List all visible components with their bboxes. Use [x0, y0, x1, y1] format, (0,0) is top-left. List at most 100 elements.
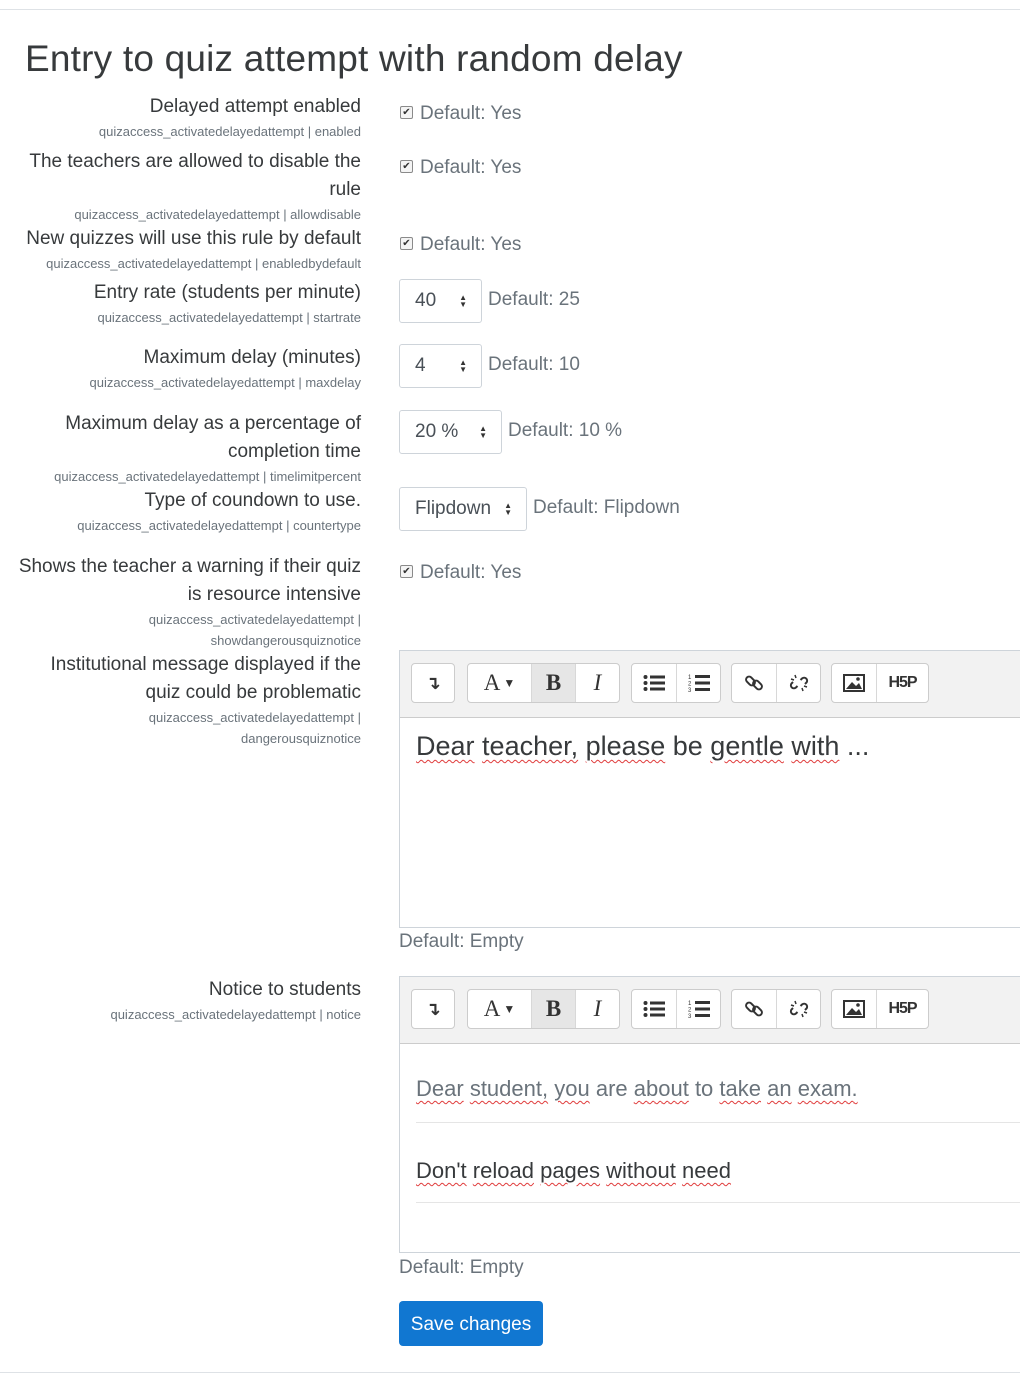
label-enabledbydefault: New quizzes will use this rule by defaul… [26, 228, 361, 249]
word: be [672, 731, 703, 761]
word: exam. [797, 1076, 858, 1101]
word: please [585, 731, 666, 761]
editor-toolbar: ↴ A ▼ B I 123 H5P [400, 977, 1020, 1044]
checkbox-enabled[interactable]: ✔ [400, 106, 413, 119]
top-divider [0, 9, 1020, 10]
unlink-icon [789, 674, 808, 692]
bullet-list-button[interactable] [632, 664, 676, 702]
label-dangerousnotice-line1: Institutional message displayed if the [50, 654, 361, 675]
updown-arrows-icon: ▲ ▼ [479, 423, 487, 440]
word: are [595, 1076, 628, 1101]
collapse-icon: ↴ [425, 672, 441, 693]
bold-button[interactable]: B [531, 990, 575, 1028]
toolbar-group-collapse: ↴ [411, 663, 455, 703]
maxdelay-value: 4 [415, 355, 426, 376]
maxdelay-select[interactable]: 4 ▲ ▼ [399, 344, 482, 388]
paragraph-divider [416, 1202, 1020, 1203]
italic-button[interactable]: I [575, 990, 619, 1028]
font-style-button[interactable]: A ▼ [468, 664, 531, 702]
countertype-value: Flipdown [415, 498, 492, 519]
svg-text:3: 3 [688, 1014, 692, 1019]
toolbar-group-links [731, 663, 821, 703]
key-enabled: quizaccess_activatedelayedattempt | enab… [98, 124, 361, 139]
save-changes-button[interactable]: Save changes [399, 1301, 543, 1346]
label-notice: Notice to students [208, 979, 361, 1000]
word: you [554, 1076, 590, 1101]
default-dangerousnotice: Default: Empty [399, 931, 524, 952]
numbered-list-icon: 123 [688, 1001, 710, 1019]
dangerousnotice-content[interactable]: Dear teacher, please be gentle with ... [400, 718, 1020, 764]
bullet-list-icon [643, 675, 665, 691]
svg-text:1: 1 [688, 1001, 692, 1007]
word: take [719, 1076, 762, 1101]
word: reload [472, 1158, 534, 1183]
label-countertype: Type of coundown to use. [144, 490, 361, 511]
svg-text:2: 2 [688, 682, 692, 688]
checkbox-allowdisable[interactable]: ✔ [400, 160, 413, 173]
svg-text:1: 1 [688, 675, 692, 681]
label-dangerousnotice-line2: quiz could be problematic [145, 682, 361, 703]
word: about [633, 1076, 689, 1101]
collapse-icon: ↴ [425, 998, 441, 1019]
word: teacher, [482, 731, 579, 761]
image-icon [843, 674, 865, 692]
link-button[interactable] [732, 990, 776, 1028]
key-showdangerous-line1: quizaccess_activatedelayedattempt | [148, 612, 361, 627]
notice-content[interactable]: Dear student, you are about to take an e… [400, 1044, 1020, 1252]
startrate-select[interactable]: 40 ▲ ▼ [399, 279, 482, 323]
word: gentle [710, 731, 784, 761]
bottom-divider [0, 1372, 1020, 1373]
caret-down-icon: ▼ [503, 1001, 516, 1016]
updown-arrows-icon: ▲ ▼ [504, 500, 512, 517]
collapse-button[interactable]: ↴ [412, 990, 454, 1028]
default-enabledbydefault: Default: Yes [420, 234, 522, 255]
italic-button[interactable]: I [575, 664, 619, 702]
label-showdangerous-line1: Shows the teacher a warning if their qui… [18, 556, 361, 577]
numbered-list-icon: 123 [688, 675, 710, 693]
h5p-button[interactable]: H5P [876, 990, 928, 1028]
numbered-list-button[interactable]: 123 [676, 990, 720, 1028]
numbered-list-button[interactable]: 123 [676, 664, 720, 702]
default-startrate: Default: 25 [488, 289, 580, 310]
unlink-button[interactable] [776, 990, 820, 1028]
svg-text:2: 2 [688, 1008, 692, 1014]
image-icon [843, 1000, 865, 1018]
word: ... [846, 731, 870, 761]
toolbar-group-links [731, 989, 821, 1029]
word: Dear [416, 1076, 464, 1101]
toolbar-group-lists: 123 [631, 989, 721, 1029]
word: to [694, 1076, 714, 1101]
bold-button[interactable]: B [531, 664, 575, 702]
default-timelimitpercent: Default: 10 % [508, 420, 623, 441]
key-enabledbydefault: quizaccess_activatedelayedattempt | enab… [46, 256, 361, 271]
insert-image-button[interactable] [832, 664, 876, 702]
unlink-button[interactable] [776, 664, 820, 702]
toolbar-group-media: H5P [831, 989, 929, 1029]
default-allowdisable: Default: Yes [420, 157, 522, 178]
timelimitpercent-select[interactable]: 20 % ▲ ▼ [399, 410, 502, 454]
checkbox-showdangerous[interactable]: ✔ [400, 565, 413, 578]
collapse-button[interactable]: ↴ [412, 664, 454, 702]
dangerousnotice-editor: ↴ A ▼ B I 123 H5P Dear teacher, please b… [399, 650, 1020, 928]
label-allowdisable-line1: The teachers are allowed to disable the [29, 151, 361, 172]
page-heading: Entry to quiz attempt with random delay [25, 38, 683, 79]
h5p-button[interactable]: H5P [876, 664, 928, 702]
checkbox-enabledbydefault[interactable]: ✔ [400, 237, 413, 250]
label-timelimitpercent-line1: Maximum delay as a percentage of [65, 413, 361, 434]
countertype-select[interactable]: Flipdown ▲ ▼ [399, 487, 527, 531]
link-button[interactable] [732, 664, 776, 702]
startrate-value: 40 [415, 290, 437, 311]
updown-arrows-icon: ▲ ▼ [459, 357, 467, 374]
insert-image-button[interactable] [832, 990, 876, 1028]
bullet-list-button[interactable] [632, 990, 676, 1028]
default-maxdelay: Default: 10 [488, 354, 580, 375]
key-startrate: quizaccess_activatedelayedattempt | star… [97, 310, 361, 325]
notice-paragraph-2: Don't reload pages without need [416, 1156, 731, 1186]
key-showdangerous-line2: showdangerousquiznotice [210, 633, 361, 648]
font-style-button[interactable]: A ▼ [468, 990, 531, 1028]
word: Dear [416, 731, 475, 761]
font-icon: A [483, 996, 501, 1021]
word: need [682, 1158, 731, 1183]
word: with [791, 731, 840, 761]
default-enabled: Default: Yes [420, 103, 522, 124]
